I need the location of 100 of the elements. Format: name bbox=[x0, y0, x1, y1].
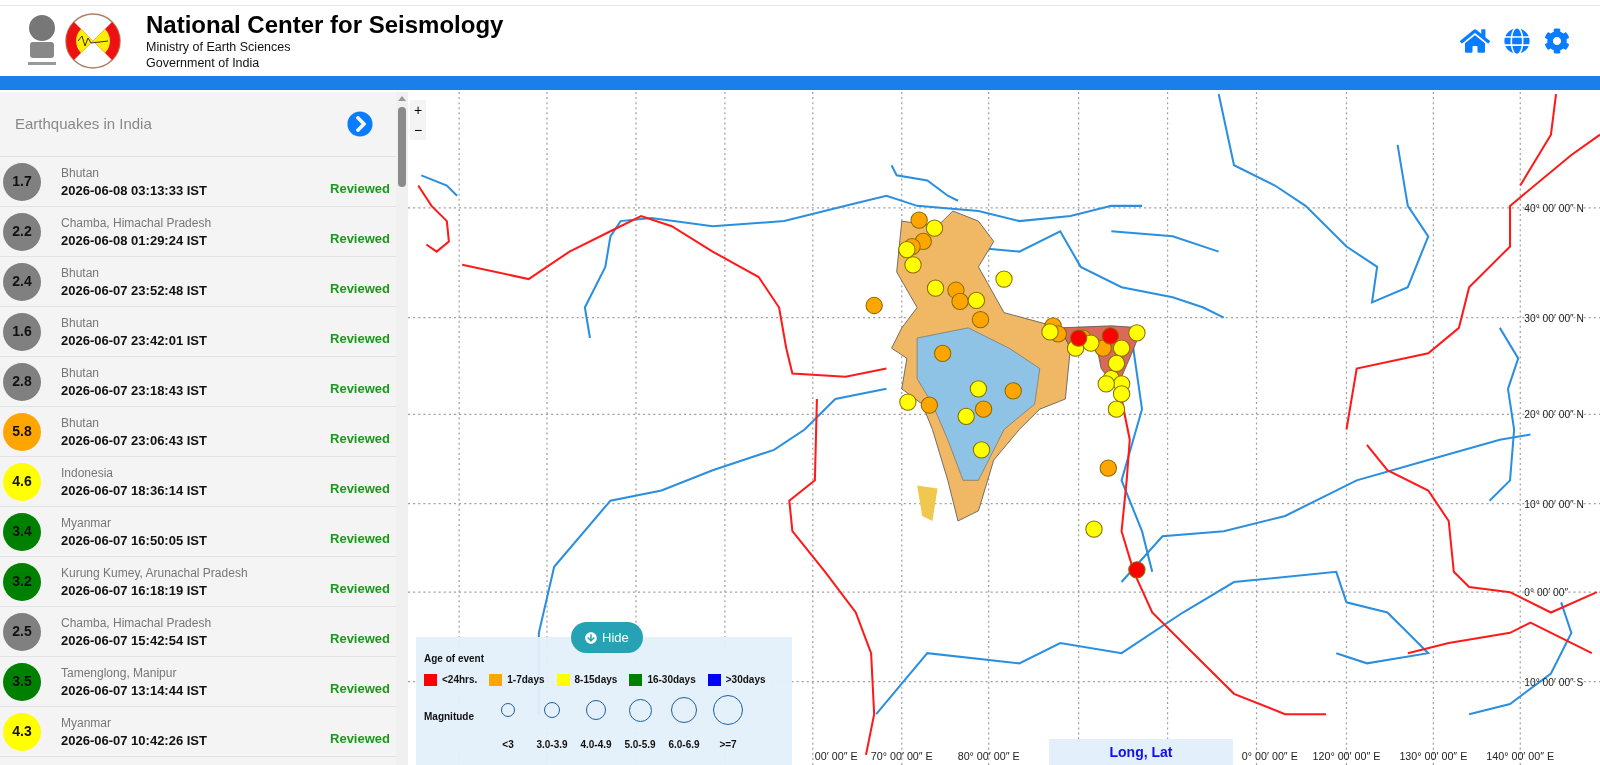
earthquake-item[interactable]: 2.2 Chamba, Himachal Pradesh 2026-06-08 01:29:24 IST Reviewed bbox=[0, 207, 396, 257]
earthquake-item[interactable]: 4.6 Indonesia 2026-06-07 18:36:14 IST Reviewed bbox=[0, 457, 396, 507]
earthquake-item[interactable]: 2.4 Bhutan 2026-06-07 23:52:48 IST Reviewed bbox=[0, 257, 396, 307]
magnitude-label: <3 bbox=[502, 738, 514, 752]
event-marker[interactable] bbox=[971, 311, 990, 329]
event-location: Kurung Kumey, Arunachal Pradesh bbox=[61, 564, 248, 582]
event-time: 2026-06-07 23:52:48 IST bbox=[61, 281, 207, 299]
magnitude-badge: 3.4 bbox=[3, 512, 41, 551]
event-time: 2026-06-07 15:42:54 IST bbox=[61, 631, 208, 649]
age-label: 16-30days bbox=[647, 673, 696, 687]
earthquake-item[interactable]: 4.3 Myanmar 2026-06-07 10:42:26 IST Reviewed bbox=[0, 707, 396, 757]
home-icon[interactable] bbox=[1460, 26, 1490, 56]
event-marker[interactable] bbox=[1112, 385, 1131, 403]
magnitude-badge: 1.7 bbox=[3, 162, 41, 201]
magnitude-badge: 3.2 bbox=[3, 562, 41, 601]
event-marker[interactable] bbox=[1041, 323, 1059, 341]
event-marker[interactable] bbox=[899, 393, 917, 411]
fault-line bbox=[420, 174, 458, 197]
event-marker[interactable] bbox=[951, 292, 969, 311]
review-status: Reviewed bbox=[330, 229, 390, 248]
settings-icon[interactable] bbox=[1544, 28, 1570, 54]
longitude-label: 00′ 00″ E bbox=[814, 749, 858, 762]
review-status: Reviewed bbox=[330, 529, 390, 548]
event-marker[interactable] bbox=[898, 240, 916, 259]
earthquake-item[interactable]: 1.6 Bhutan 2026-06-07 23:42:01 IST Reviewed bbox=[0, 307, 396, 357]
event-marker[interactable] bbox=[910, 211, 928, 229]
latitude-label: 0° 00′ 00″ bbox=[1524, 587, 1569, 599]
latitude-label: 40° 00′ 00″ N bbox=[1524, 203, 1584, 214]
longitude-label: 140° 00′ 00″ E bbox=[1486, 749, 1555, 762]
earthquake-item[interactable]: 3.5 Tamenglong, Manipur 2026-06-07 13:14:44 IST Reviewed bbox=[0, 657, 396, 707]
down-arrow-icon bbox=[585, 631, 597, 644]
age-label: 1-7days bbox=[507, 673, 545, 687]
event-marker[interactable] bbox=[925, 219, 944, 237]
magnitude-badge: 4.3 bbox=[3, 712, 41, 751]
review-status: Reviewed bbox=[330, 329, 390, 348]
event-location: Myanmar bbox=[61, 714, 112, 732]
event-marker[interactable] bbox=[920, 396, 939, 414]
earthquake-item[interactable]: 3.2 Kurung Kumey, Arunachal Pradesh 2026-06-07 16:18:19 IST Reviewed bbox=[0, 557, 396, 607]
event-location: Bhutan bbox=[61, 414, 101, 432]
review-status: Reviewed bbox=[330, 679, 390, 698]
seismology-logo-icon bbox=[64, 12, 122, 70]
scrollbar-thumb[interactable] bbox=[398, 107, 406, 187]
event-marker[interactable] bbox=[957, 407, 975, 425]
longitude-label: 0° 00′ 00″ E bbox=[1241, 749, 1298, 762]
event-marker[interactable] bbox=[1101, 327, 1119, 345]
event-location: Myanmar bbox=[61, 514, 112, 532]
event-marker[interactable] bbox=[1097, 375, 1115, 393]
earthquake-item[interactable]: 2.5 Chamba, Himachal Pradesh 2026-06-07 15:42:54 IST Reviewed bbox=[0, 607, 396, 657]
latitude-label: 10° 00′ 00″ N bbox=[1524, 498, 1584, 510]
event-marker[interactable] bbox=[1085, 520, 1103, 538]
event-time: 2026-06-07 16:18:19 IST bbox=[61, 581, 208, 599]
event-marker[interactable] bbox=[1107, 400, 1126, 418]
event-time: 2026-06-07 23:06:43 IST bbox=[61, 431, 207, 449]
globe-icon[interactable] bbox=[1504, 28, 1530, 54]
event-marker[interactable] bbox=[1112, 339, 1131, 357]
magnitude-badge: 2.5 bbox=[3, 612, 41, 651]
event-marker[interactable] bbox=[1099, 459, 1117, 477]
next-arrow-icon[interactable] bbox=[347, 111, 373, 137]
magnitude-label: 5.0-5.9 bbox=[624, 738, 656, 752]
coordinate-readout: Long, Lat bbox=[1109, 742, 1173, 762]
longitude-label: 120° 00′ 00″ E bbox=[1312, 749, 1381, 762]
zoom-out-button[interactable]: − bbox=[410, 120, 426, 140]
latitude-label: 10° 00′ 00″ S bbox=[1524, 676, 1584, 688]
event-marker[interactable] bbox=[904, 256, 922, 274]
zoom-in-button[interactable]: + bbox=[410, 100, 426, 120]
magnitude-badge: 5.8 bbox=[3, 412, 41, 451]
event-marker[interactable] bbox=[926, 279, 945, 297]
event-marker[interactable] bbox=[933, 344, 952, 362]
review-status: Reviewed bbox=[330, 579, 390, 598]
event-marker[interactable] bbox=[1069, 329, 1088, 347]
longitude-label: 80° 00′ 00″ E bbox=[957, 749, 1020, 762]
event-marker[interactable] bbox=[1004, 382, 1022, 400]
event-time: 2026-06-07 23:42:01 IST bbox=[61, 331, 207, 349]
event-marker[interactable] bbox=[995, 270, 1013, 288]
event-marker[interactable] bbox=[1128, 324, 1146, 342]
magnitude-label: >=7 bbox=[719, 738, 737, 752]
magnitude-badge: 2.2 bbox=[3, 212, 41, 251]
site-title: National Center for Seismology bbox=[146, 10, 504, 41]
earthquake-item[interactable]: 3.4 Myanmar 2026-06-07 16:50:05 IST Reviewed bbox=[0, 507, 396, 557]
map-canvas[interactable] bbox=[408, 92, 1600, 765]
scrollbar[interactable] bbox=[396, 92, 408, 765]
earthquake-item[interactable]: 5.8 Bhutan 2026-06-07 23:06:43 IST Reviewed bbox=[0, 407, 396, 457]
magnitude-badge: 2.4 bbox=[3, 262, 41, 301]
event-marker[interactable] bbox=[1107, 354, 1126, 373]
review-status: Reviewed bbox=[330, 629, 390, 648]
event-time: 2026-06-07 13:14:44 IST bbox=[61, 681, 207, 699]
event-location: Chamba, Himachal Pradesh bbox=[61, 214, 212, 232]
event-marker[interactable] bbox=[967, 291, 986, 310]
site-subtitle: Government of India bbox=[146, 56, 261, 72]
event-marker[interactable] bbox=[974, 400, 993, 418]
event-location: Indonesia bbox=[61, 464, 115, 482]
event-marker[interactable] bbox=[865, 296, 883, 315]
earthquake-item[interactable]: 2.8 Bhutan 2026-06-07 23:18:43 IST Reviewed bbox=[0, 357, 396, 407]
latitude-label: 20° 00′ 00″ N bbox=[1524, 409, 1584, 421]
event-location: Bhutan bbox=[61, 264, 101, 282]
event-marker[interactable] bbox=[969, 380, 988, 398]
event-marker[interactable] bbox=[1128, 561, 1146, 579]
magnitude-label: 4.0-4.9 bbox=[580, 738, 612, 752]
event-marker[interactable] bbox=[972, 441, 991, 459]
earthquake-item[interactable]: 1.7 Bhutan 2026-06-08 03:13:33 IST Reviewed bbox=[0, 157, 396, 207]
